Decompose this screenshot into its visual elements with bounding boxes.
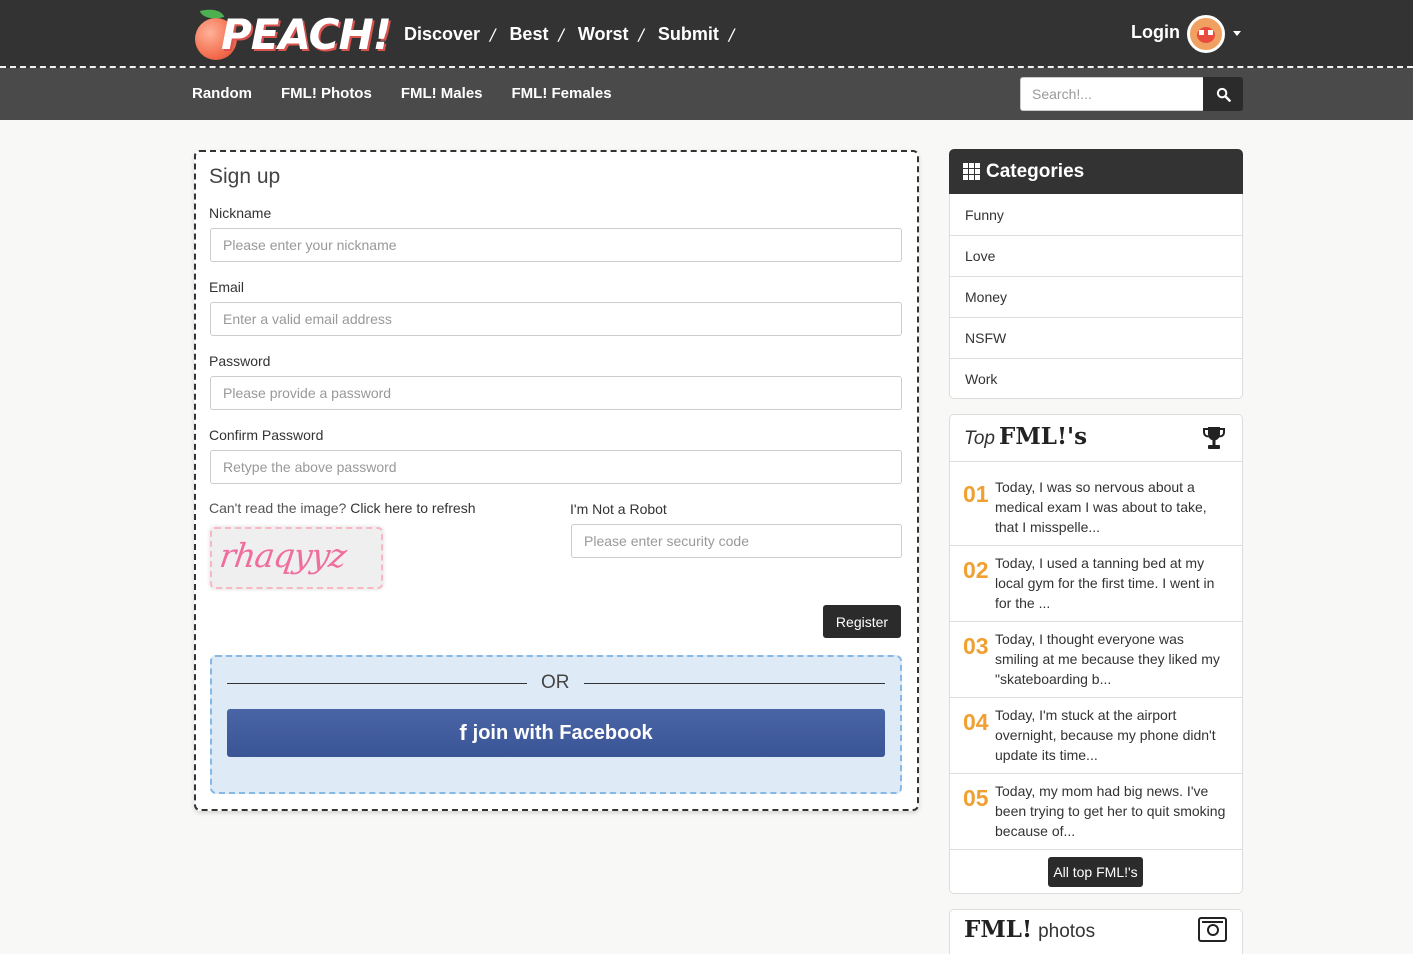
password-input[interactable] xyxy=(210,376,902,410)
user-avatar[interactable] xyxy=(1187,15,1225,53)
nav-separator: / xyxy=(728,24,735,44)
search-input[interactable] xyxy=(1020,77,1204,111)
facebook-join-button[interactable]: f join with Facebook xyxy=(227,709,885,757)
register-button[interactable]: Register xyxy=(823,605,901,638)
nav-worst[interactable]: Worst xyxy=(578,24,629,45)
top-fml-story[interactable]: Today, I used a tanning bed at my local … xyxy=(995,553,1227,613)
site-logo[interactable]: PEACH! xyxy=(193,5,392,64)
nav-submit[interactable]: Submit xyxy=(658,24,719,45)
category-nsfw[interactable]: NSFW xyxy=(950,317,1242,358)
nickname-input[interactable] xyxy=(210,228,902,262)
top-fmls-title: Top FML!'s xyxy=(964,423,1087,450)
avatar-eyes-icon xyxy=(1199,30,1213,35)
main-nav: Discover / Best / Worst / Submit / xyxy=(404,21,748,47)
or-divider-right xyxy=(584,683,885,684)
captcha-refresh-link[interactable]: Click here to refresh xyxy=(350,500,475,516)
nav-separator: / xyxy=(638,24,644,44)
subnav-fml-males[interactable]: FML! Males xyxy=(401,85,483,102)
search-button[interactable] xyxy=(1203,77,1243,111)
robot-label: I'm Not a Robot xyxy=(570,501,667,517)
confirm-password-input[interactable] xyxy=(210,450,902,484)
top-fmls-divider xyxy=(950,545,1242,546)
top-fmls-divider xyxy=(950,849,1242,850)
email-input[interactable] xyxy=(210,302,902,336)
category-love[interactable]: Love xyxy=(950,235,1242,276)
facebook-icon: f xyxy=(459,720,467,745)
categories-header: Categories xyxy=(949,149,1243,194)
chevron-down-icon[interactable] xyxy=(1233,31,1241,36)
top-fml-rank: 04 xyxy=(963,709,989,735)
search-icon xyxy=(1216,87,1231,102)
nav-separator: / xyxy=(490,24,496,44)
subnav-fml-photos[interactable]: FML! Photos xyxy=(281,85,372,102)
top-fmls-divider xyxy=(950,461,1242,462)
fml-photos-title-fml: FML! xyxy=(964,916,1033,943)
top-fml-story[interactable]: Today, I'm stuck at the airport overnigh… xyxy=(995,705,1227,765)
nav-separator: / xyxy=(558,24,564,44)
logo-text: PEACH! xyxy=(221,10,392,59)
email-label: Email xyxy=(209,279,245,295)
top-fml-rank: 05 xyxy=(963,785,989,811)
subnav-fml-females[interactable]: FML! Females xyxy=(512,85,612,102)
nav-discover[interactable]: Discover xyxy=(404,24,480,45)
captcha-hint: Can't read the image? Click here to refr… xyxy=(209,500,476,516)
top-fmls-divider xyxy=(950,773,1242,774)
fml-photos-title: FML! photos xyxy=(964,916,1095,943)
nav-best[interactable]: Best xyxy=(509,24,548,45)
login-link[interactable]: Login xyxy=(1131,22,1180,43)
nickname-label: Nickname xyxy=(209,205,272,221)
top-fml-story[interactable]: Today, my mom had big news. I've been tr… xyxy=(995,781,1227,841)
or-label: OR xyxy=(541,672,570,693)
captcha-hint-text: Can't read the image? xyxy=(209,500,347,516)
all-top-fmls-button[interactable]: All top FML!'s xyxy=(1048,857,1143,887)
top-fml-rank: 02 xyxy=(963,557,989,583)
facebook-join-label: join with Facebook xyxy=(472,721,653,744)
subnav-random[interactable]: Random xyxy=(192,85,252,102)
secondary-nav: Random FML! Photos FML! Males FML! Femal… xyxy=(192,85,641,102)
or-divider-left xyxy=(227,683,527,684)
top-fml-story[interactable]: Today, I thought everyone was smiling at… xyxy=(995,629,1227,689)
top-fml-rank: 01 xyxy=(963,481,989,507)
top-fmls-title-top: Top xyxy=(964,428,995,449)
security-code-input[interactable] xyxy=(571,524,902,558)
trophy-icon xyxy=(1203,427,1225,449)
captcha-text: rhaqyyz xyxy=(217,536,349,575)
top-fml-rank: 03 xyxy=(963,633,989,659)
category-work[interactable]: Work xyxy=(950,358,1242,399)
top-fml-story[interactable]: Today, I was so nervous about a medical … xyxy=(995,477,1227,537)
category-money[interactable]: Money xyxy=(950,276,1242,317)
top-fmls-divider xyxy=(950,621,1242,622)
categories-title: Categories xyxy=(986,160,1085,182)
camera-icon xyxy=(1198,917,1227,942)
confirm-password-label: Confirm Password xyxy=(209,427,324,443)
top-fmls-title-fml: FML!'s xyxy=(999,423,1088,450)
top-fmls-divider xyxy=(950,697,1242,698)
category-funny[interactable]: Funny xyxy=(950,194,1242,235)
signup-title: Sign up xyxy=(209,165,281,188)
fml-photos-title-rest: photos xyxy=(1038,921,1096,942)
grid-icon xyxy=(963,163,980,180)
password-label: Password xyxy=(209,353,271,369)
